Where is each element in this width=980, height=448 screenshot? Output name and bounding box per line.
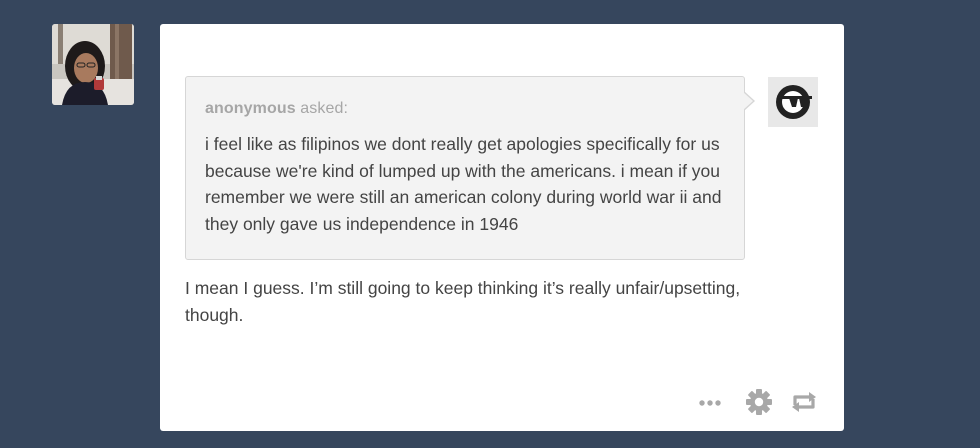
more-options-button[interactable] [698,388,722,416]
question-text: i feel like as filipinos we dont really … [205,134,722,234]
reblog-button[interactable] [790,388,818,416]
ellipsis-icon [699,400,721,406]
question-bubble: anonymous asked: i feel like as filipino… [185,76,755,260]
settings-button[interactable] [745,388,773,416]
asker-avatar[interactable] [768,77,818,127]
post-card: anonymous asked: i feel like as filipino… [160,24,844,431]
asked-label: asked: [300,100,348,117]
gear-icon [746,389,772,415]
asker-name[interactable]: anonymous [205,100,296,117]
reblog-icon [792,392,816,412]
asker-line: anonymous asked: [205,100,348,118]
answer-text: I mean I guess. I’m still going to keep … [185,278,741,325]
author-avatar[interactable] [52,24,134,105]
dashboard: anonymous asked: i feel like as filipino… [0,0,980,448]
